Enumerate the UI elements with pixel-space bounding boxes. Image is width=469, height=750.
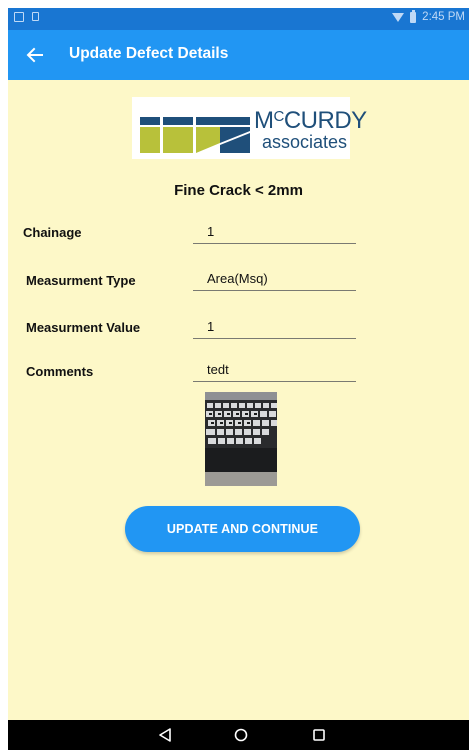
update-and-continue-button[interactable]: UPDATE AND CONTINUE [125,506,360,552]
nav-recents-icon[interactable] [313,729,325,741]
page-title: Update Defect Details [69,45,229,62]
status-bar: 2:45 PM [8,8,469,30]
navigation-bar [8,720,469,750]
status-time: 2:45 PM [422,11,465,23]
measurement-value-field[interactable] [193,315,356,339]
keyboard-photo[interactable] [205,392,277,486]
comments-field[interactable] [193,358,356,382]
measurement-type-label: Measurment Type [26,273,136,288]
logo-subtitle: associates [262,132,348,152]
defect-title: Fine Crack < 2mm [174,182,303,199]
image-icon [14,12,24,22]
measurement-value-label: Measurment Value [26,320,141,335]
app-screen: 2:45 PM Update Defect Details MCCURDY as… [8,8,469,750]
logo-brand: MCCURDY [254,107,367,134]
nav-home-icon[interactable] [234,728,248,742]
comments-label: Comments [26,364,94,379]
app-bar: Update Defect Details [8,30,469,80]
keyboard-photo-image [205,392,277,486]
battery-icon [410,9,417,23]
chainage-label: Chainage [23,225,82,240]
wifi-icon [392,12,405,22]
back-arrow-icon[interactable] [24,44,46,66]
nav-back-icon[interactable] [158,728,172,742]
chainage-field[interactable] [193,220,356,244]
mccurdy-logo: MCCURDY associates [132,97,367,159]
measurement-type-field[interactable] [193,267,356,291]
sd-card-icon [32,12,39,21]
